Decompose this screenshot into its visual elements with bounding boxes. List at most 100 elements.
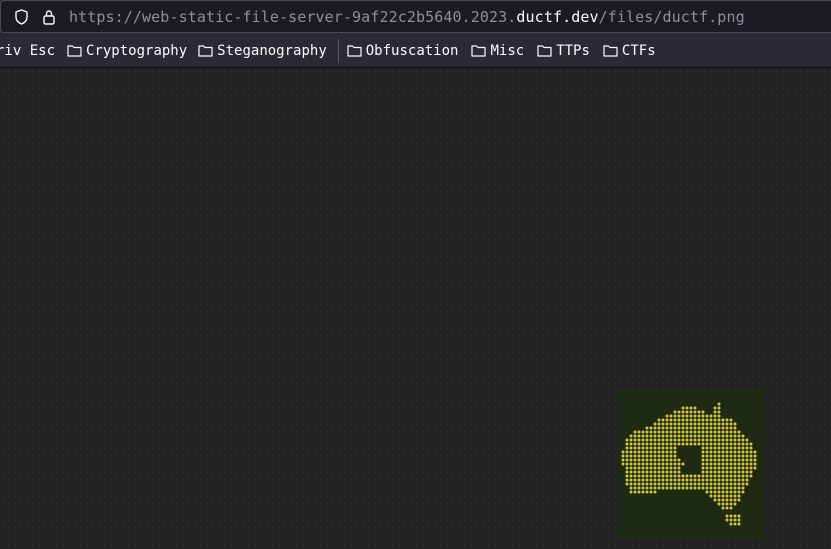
logo-dot — [673, 442, 677, 446]
logo-dot — [717, 426, 721, 430]
bookmark-folder-obfuscation[interactable]: Obfuscation — [347, 38, 464, 64]
logo-dot — [661, 418, 665, 422]
logo-dot — [705, 458, 709, 462]
logo-dot — [641, 438, 645, 442]
logo-dot — [705, 422, 709, 426]
logo-dot — [733, 498, 737, 502]
logo-dot — [649, 470, 653, 474]
logo-dot — [745, 462, 749, 466]
nav-toolbar: https://web-static-file-server-9af22c2b5… — [0, 0, 831, 34]
logo-dot — [653, 474, 657, 478]
logo-dot — [701, 474, 705, 478]
bookmark-folder-misc[interactable]: Misc — [471, 38, 529, 64]
logo-dot — [653, 450, 657, 454]
logo-dot — [713, 422, 717, 426]
logo-dot — [665, 434, 669, 438]
url-prefix: https://web-static-file-server-9af22c2b5… — [69, 7, 517, 26]
logo-dot — [729, 498, 733, 502]
logo-dot — [665, 486, 669, 490]
bookmark-priv-esc[interactable]: riv Esc — [0, 38, 67, 64]
logo-dot — [729, 462, 733, 466]
logo-dot — [741, 466, 745, 470]
logo-dot — [661, 430, 665, 434]
logo-dot — [713, 454, 717, 458]
logo-dot — [685, 422, 689, 426]
logo-dot — [709, 418, 713, 422]
logo-dot — [677, 422, 681, 426]
logo-dot — [685, 438, 689, 442]
logo-dot — [677, 486, 681, 490]
logo-dot — [737, 430, 741, 434]
bookmark-folder-cryptography[interactable]: Cryptography — [67, 38, 192, 64]
logo-dot — [725, 462, 729, 466]
logo-dot — [657, 458, 661, 462]
logo-dot — [725, 486, 729, 490]
logo-dot — [689, 406, 693, 410]
logo-dot — [653, 430, 657, 434]
logo-dot — [721, 430, 725, 434]
logo-dot — [629, 446, 633, 450]
logo-dot — [701, 470, 705, 474]
logo-dot — [661, 454, 665, 458]
logo-dot — [641, 462, 645, 466]
logo-dot — [697, 430, 701, 434]
address-bar[interactable]: https://web-static-file-server-9af22c2b5… — [0, 0, 831, 33]
logo-dot — [625, 462, 629, 466]
logo-dot — [745, 474, 749, 478]
logo-dot — [697, 438, 701, 442]
logo-dot — [669, 446, 673, 450]
shield-icon[interactable] — [13, 8, 29, 25]
logo-dot — [709, 426, 713, 430]
logo-dot — [697, 414, 701, 418]
bookmark-folder-ctfs[interactable]: CTFs — [603, 38, 661, 64]
logo-dot — [637, 482, 641, 486]
bookmark-folder-steganography[interactable]: Steganography — [198, 38, 332, 64]
logo-dot — [633, 446, 637, 450]
logo-dot — [649, 454, 653, 458]
logo-dot — [745, 454, 749, 458]
logo-dot — [717, 430, 721, 434]
logo-dot — [737, 478, 741, 482]
logo-dot — [753, 450, 757, 454]
logo-dot — [737, 486, 741, 490]
logo-dot — [629, 438, 633, 442]
logo-dot — [729, 434, 733, 438]
logo-dot — [749, 474, 753, 478]
logo-dot — [737, 462, 741, 466]
logo-dot — [725, 478, 729, 482]
logo-dot — [653, 478, 657, 482]
bookmark-folder-ttps[interactable]: TTPs — [537, 38, 595, 64]
logo-dot — [705, 478, 709, 482]
ductf-image[interactable] — [617, 390, 765, 538]
logo-dot — [657, 470, 661, 474]
logo-dot — [713, 458, 717, 462]
logo-dot — [629, 462, 633, 466]
logo-dot — [681, 418, 685, 422]
logo-dot — [701, 434, 705, 438]
logo-dot — [649, 434, 653, 438]
logo-dot — [725, 466, 729, 470]
url-text[interactable]: https://web-static-file-server-9af22c2b5… — [69, 8, 745, 26]
logo-dot — [697, 434, 701, 438]
logo-dot — [649, 482, 653, 486]
logo-dot — [701, 478, 705, 482]
bookmark-label: riv Esc — [0, 42, 56, 59]
logo-dot — [681, 406, 685, 410]
logo-dot — [653, 422, 657, 426]
logo-dot — [745, 482, 749, 486]
logo-dot — [681, 414, 685, 418]
logo-dot — [641, 470, 645, 474]
logo-dot — [701, 458, 705, 462]
logo-dot — [717, 434, 721, 438]
logo-dot — [729, 486, 733, 490]
logo-dot — [729, 422, 733, 426]
logo-dot — [629, 470, 633, 474]
logo-dot — [645, 434, 649, 438]
logo-dot — [653, 442, 657, 446]
lock-icon[interactable] — [41, 9, 57, 25]
logo-dot — [665, 454, 669, 458]
logo-dot — [725, 514, 729, 518]
logo-dot — [725, 438, 729, 442]
logo-dot — [713, 410, 717, 414]
logo-dot — [633, 466, 637, 470]
